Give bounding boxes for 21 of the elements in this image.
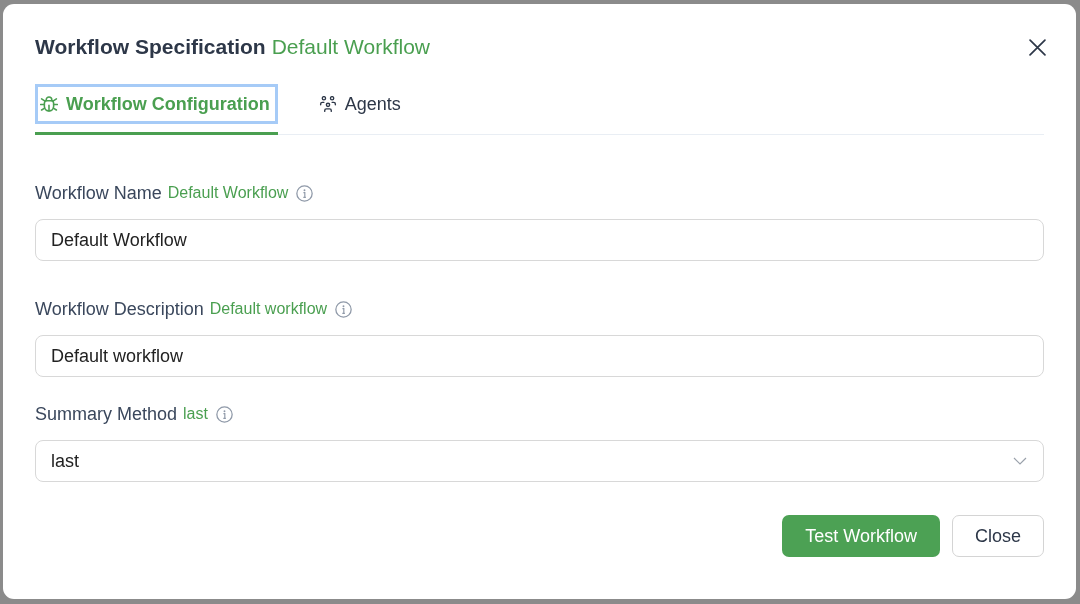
info-icon[interactable] xyxy=(335,300,353,318)
text-field[interactable]: Default workflow xyxy=(35,335,1044,377)
dropdown[interactable]: last xyxy=(35,440,1044,482)
field-label: Workflow Name xyxy=(35,182,162,204)
close-button[interactable] xyxy=(1029,38,1046,56)
dialog-subtitle: Default Workflow xyxy=(271,34,430,60)
field-hint: last xyxy=(183,405,208,423)
chevron-down-icon xyxy=(1013,457,1027,465)
people-group-icon xyxy=(318,96,337,112)
field-label: Summary Method xyxy=(35,403,178,425)
field-label: Workflow Description xyxy=(35,298,204,320)
dialog-title: Workflow Specification xyxy=(35,34,266,60)
field-hint: Default Workflow xyxy=(167,184,289,202)
field-hint: Default workflow xyxy=(209,300,328,318)
info-icon[interactable] xyxy=(215,405,233,423)
close-dialog-button[interactable]: Close xyxy=(951,515,1044,557)
info-icon[interactable] xyxy=(296,184,314,202)
tab[interactable]: Agents xyxy=(313,84,409,135)
text-field[interactable]: Default Workflow xyxy=(35,219,1044,261)
close-icon xyxy=(1029,38,1046,56)
bug-icon xyxy=(40,96,58,112)
